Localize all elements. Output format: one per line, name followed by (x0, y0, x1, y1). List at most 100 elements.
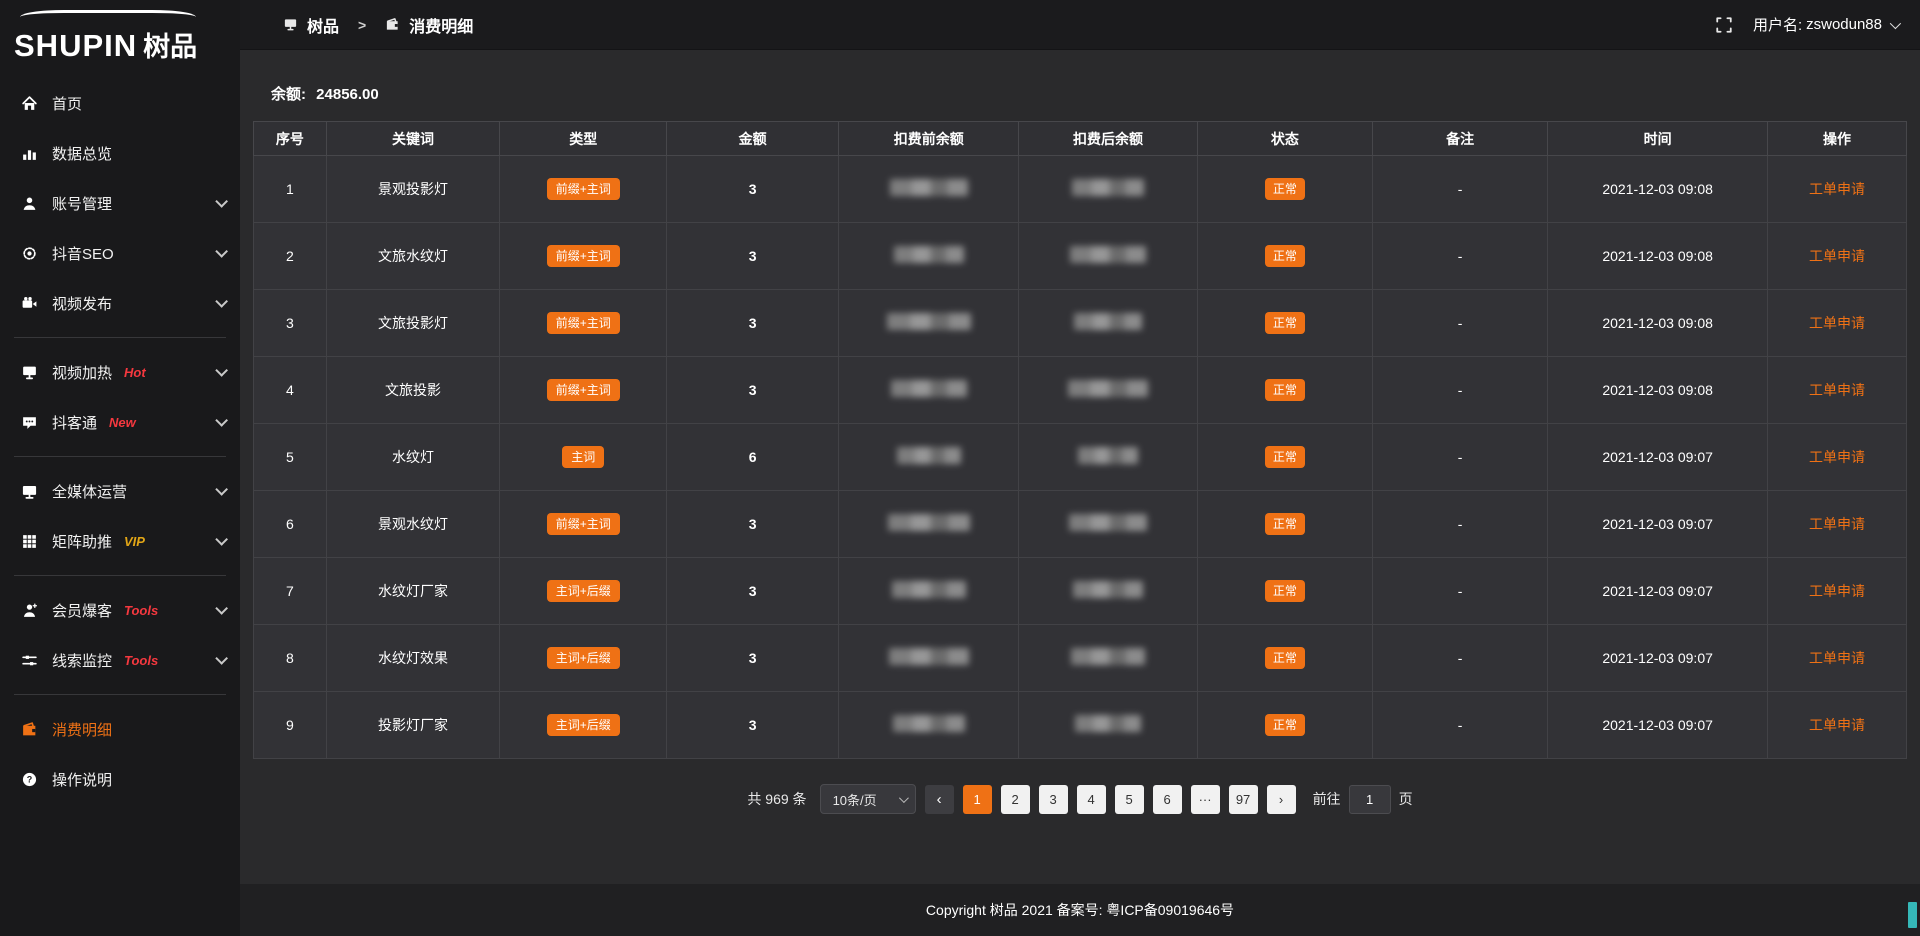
sidebar-item-8[interactable]: 全媒体运营 (0, 466, 240, 516)
sidebar-item-13[interactable]: ? 操作说明 (0, 754, 240, 804)
app-logo: SHUPIN 树品 (0, 0, 240, 70)
cell-remark: - (1373, 491, 1548, 558)
masked-balance-before (893, 715, 965, 732)
work-order-link[interactable]: 工单申请 (1809, 382, 1865, 398)
question-icon: ? (20, 770, 38, 788)
sidebar-item-7[interactable]: 抖客通 New (0, 397, 240, 447)
cell-remark: - (1373, 156, 1548, 223)
type-badge: 主词+后缀 (547, 647, 620, 669)
cell-amount: 3 (667, 290, 839, 357)
masked-balance-after (1071, 648, 1145, 665)
consumption-table: 序号关键词类型金额扣费前余额扣费后余额状态备注时间操作 1 景观投影灯 前缀+主… (253, 121, 1907, 759)
chevron-down-icon (215, 602, 228, 615)
cell-remark: - (1373, 357, 1548, 424)
work-order-link[interactable]: 工单申请 (1809, 248, 1865, 264)
type-badge: 主词+后缀 (547, 714, 620, 736)
sidebar-item-1[interactable]: 首页 (0, 78, 240, 128)
masked-balance-before (888, 514, 970, 531)
masked-balance-after (1078, 447, 1138, 464)
next-page-button[interactable]: › (1267, 785, 1296, 814)
cell-index: 1 (254, 156, 327, 223)
work-order-link[interactable]: 工单申请 (1809, 717, 1865, 733)
work-order-link[interactable]: 工单申请 (1809, 315, 1865, 331)
table-row: 8 水纹灯效果 主词+后缀 3 正常 - 2021-12-03 09:07 工单… (254, 625, 1907, 692)
status-badge: 正常 (1265, 714, 1305, 736)
column-header: 备注 (1373, 122, 1548, 156)
cell-balance-before (839, 290, 1019, 357)
page-button[interactable]: 6 (1153, 785, 1182, 814)
sidebar-item-4[interactable]: 抖音SEO (0, 228, 240, 278)
work-order-link[interactable]: 工单申请 (1809, 449, 1865, 465)
page-button[interactable]: 2 (1001, 785, 1030, 814)
column-header: 扣费后余额 (1019, 122, 1198, 156)
work-order-link[interactable]: 工单申请 (1809, 181, 1865, 197)
cell-status: 正常 (1197, 424, 1372, 491)
page-size-select[interactable]: 10条/页 (820, 784, 916, 814)
sidebar-item-11[interactable]: 线索监控 Tools (0, 635, 240, 685)
cell-type: 前缀+主词 (500, 223, 667, 290)
chevron-down-icon (215, 195, 228, 208)
page-button[interactable]: 3 (1039, 785, 1068, 814)
sidebar-item-6[interactable]: 视频加热 Hot (0, 347, 240, 397)
cell-amount: 3 (667, 491, 839, 558)
cell-type: 主词+后缀 (500, 625, 667, 692)
video-camera-icon (20, 294, 38, 312)
chevron-down-icon (215, 364, 228, 377)
menu-divider (14, 575, 226, 576)
sidebar-item-2[interactable]: 数据总览 (0, 128, 240, 178)
breadcrumb-root[interactable]: 树品 (307, 13, 339, 37)
chevron-down-icon (215, 245, 228, 258)
wallet-icon (385, 17, 400, 32)
status-badge: 正常 (1265, 178, 1305, 200)
cell-type: 前缀+主词 (500, 156, 667, 223)
cell-keyword: 水纹灯 (326, 424, 500, 491)
table-row: 3 文旅投影灯 前缀+主词 3 正常 - 2021-12-03 09:08 工单… (254, 290, 1907, 357)
sidebar-item-3[interactable]: 账号管理 (0, 178, 240, 228)
cell-action: 工单申请 (1768, 156, 1907, 223)
goto-label: 前往 (1313, 789, 1341, 809)
cell-remark: - (1373, 692, 1548, 759)
cell-status: 正常 (1197, 692, 1372, 759)
masked-balance-after (1070, 246, 1146, 263)
ellipsis-button[interactable]: ··· (1191, 785, 1220, 814)
cell-balance-before (839, 558, 1019, 625)
user-menu[interactable]: 用户名: zswodun88 (1753, 14, 1898, 35)
cell-keyword: 文旅水纹灯 (326, 223, 500, 290)
sidebar-item-9[interactable]: 矩阵助推 VIP (0, 516, 240, 566)
cell-action: 工单申请 (1768, 491, 1907, 558)
page-button[interactable]: 5 (1115, 785, 1144, 814)
cell-time: 2021-12-03 09:07 (1548, 692, 1768, 759)
work-order-link[interactable]: 工单申请 (1809, 650, 1865, 666)
cell-amount: 3 (667, 156, 839, 223)
page-button[interactable]: 1 (963, 785, 992, 814)
side-widget-nub[interactable] (1908, 902, 1917, 928)
sidebar-item-label: 抖音SEO (52, 243, 114, 264)
page-button[interactable]: 97 (1229, 785, 1258, 814)
comment-dots-icon (20, 413, 38, 431)
cell-action: 工单申请 (1768, 424, 1907, 491)
column-header: 类型 (500, 122, 667, 156)
breadcrumb: 树品 > 消费明细 (283, 13, 473, 37)
sidebar-item-5[interactable]: 视频发布 (0, 278, 240, 328)
cell-balance-before (839, 424, 1019, 491)
fullscreen-icon[interactable] (1715, 16, 1733, 34)
table-header-row: 序号关键词类型金额扣费前余额扣费后余额状态备注时间操作 (254, 122, 1907, 156)
cell-balance-before (839, 625, 1019, 692)
cell-index: 4 (254, 357, 327, 424)
sidebar-item-label: 消费明细 (52, 719, 112, 740)
masked-balance-before (891, 380, 967, 397)
cell-time: 2021-12-03 09:07 (1548, 558, 1768, 625)
work-order-link[interactable]: 工单申请 (1809, 583, 1865, 599)
masked-balance-before (892, 581, 966, 598)
work-order-link[interactable]: 工单申请 (1809, 516, 1865, 532)
sidebar-item-10[interactable]: 会员爆客 Tools (0, 585, 240, 635)
table-row: 1 景观投影灯 前缀+主词 3 正常 - 2021-12-03 09:08 工单… (254, 156, 1907, 223)
sidebar-item-12[interactable]: 消费明细 (0, 704, 240, 754)
sidebar-item-label: 视频加热 (52, 362, 112, 383)
goto-page-input[interactable] (1349, 785, 1391, 814)
chevron-down-icon (215, 483, 228, 496)
page-button[interactable]: 4 (1077, 785, 1106, 814)
cell-status: 正常 (1197, 223, 1372, 290)
prev-page-button[interactable]: ‹ (925, 785, 954, 814)
cell-status: 正常 (1197, 156, 1372, 223)
